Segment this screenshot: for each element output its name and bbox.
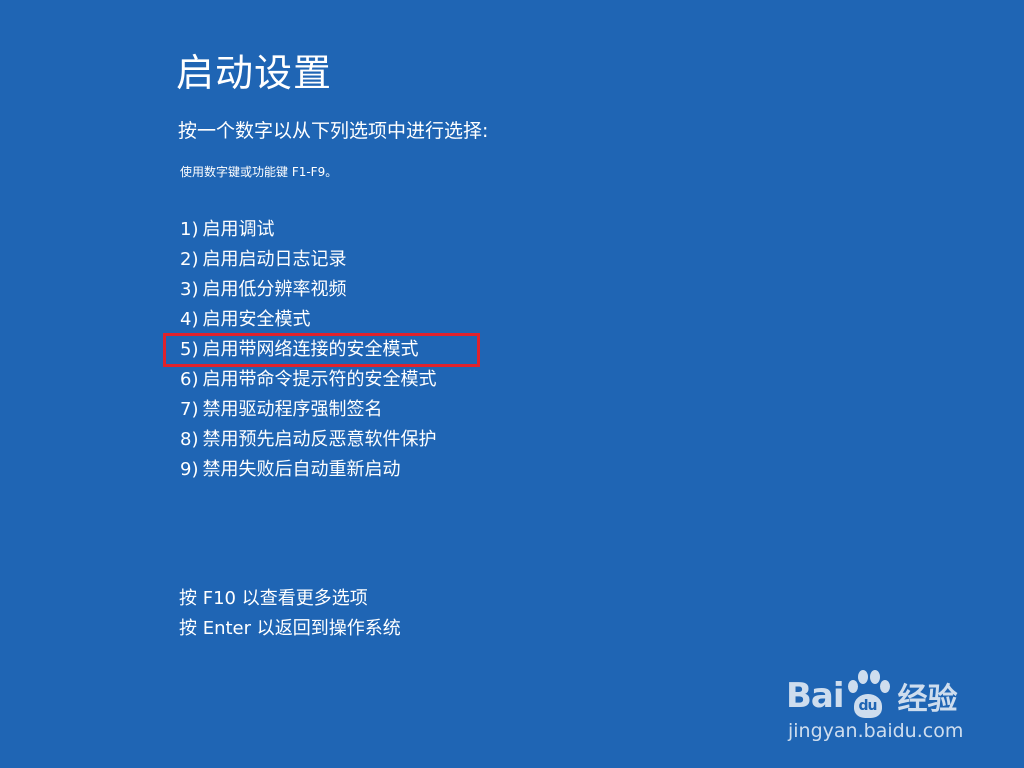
- startup-settings-screen: 启动设置 按一个数字以从下列选项中进行选择: 使用数字键或功能键 F1-F9。 …: [0, 0, 1024, 768]
- watermark-url: jingyan.baidu.com: [788, 720, 964, 742]
- option-number: 8): [180, 429, 199, 450]
- page-title: 启动设置: [176, 51, 333, 95]
- return-to-os-enter[interactable]: 按 Enter 以返回到操作系统: [179, 617, 401, 641]
- option-enable-boot-logging[interactable]: 2) 启用启动日志记录: [180, 247, 436, 277]
- option-number: 4): [180, 309, 199, 330]
- option-label: 禁用失败后自动重新启动: [202, 459, 401, 480]
- option-enable-debugging[interactable]: 1) 启用调试: [180, 217, 436, 247]
- option-label: 禁用驱动程序强制签名: [202, 399, 383, 420]
- option-label: 启用低分辨率视频: [202, 279, 347, 300]
- logo-text-jingyan: 经验: [897, 682, 958, 717]
- option-enable-low-resolution-video[interactable]: 3) 启用低分辨率视频: [180, 277, 436, 307]
- baidu-logo: Bai du 经验: [786, 666, 958, 726]
- option-number: 7): [180, 399, 199, 420]
- option-number: 2): [180, 249, 199, 270]
- option-label: 禁用预先启动反恶意软件保护: [202, 429, 437, 450]
- option-label: 启用调试: [202, 219, 275, 240]
- option-label: 启用启动日志记录: [202, 249, 347, 270]
- option-disable-auto-restart-on-failure[interactable]: 9) 禁用失败后自动重新启动: [180, 457, 436, 487]
- more-options-f10[interactable]: 按 F10 以查看更多选项: [179, 587, 368, 611]
- option-label: 启用带命令提示符的安全模式: [202, 369, 437, 390]
- baidu-jingyan-watermark: Bai du 经验 jingyan.baidu.com: [786, 656, 986, 756]
- key-hint-text: 使用数字键或功能键 F1-F9。: [180, 165, 338, 179]
- logo-text-du: du: [853, 694, 882, 718]
- option-disable-driver-signature-enforcement[interactable]: 7) 禁用驱动程序强制签名: [180, 397, 436, 427]
- option-number: 3): [180, 279, 199, 300]
- option-safe-mode-with-command-prompt[interactable]: 6) 启用带命令提示符的安全模式: [180, 367, 436, 397]
- instruction-text: 按一个数字以从下列选项中进行选择:: [178, 120, 489, 142]
- logo-text-bai: Bai: [786, 676, 845, 716]
- option-number: 6): [180, 369, 199, 390]
- option-disable-early-launch-antimalware[interactable]: 8) 禁用预先启动反恶意软件保护: [180, 427, 436, 457]
- highlight-annotation-box: [163, 333, 480, 367]
- option-number: 1): [180, 219, 199, 240]
- option-number: 9): [180, 459, 199, 480]
- option-label: 启用安全模式: [202, 309, 311, 330]
- paw-icon: du: [846, 670, 890, 722]
